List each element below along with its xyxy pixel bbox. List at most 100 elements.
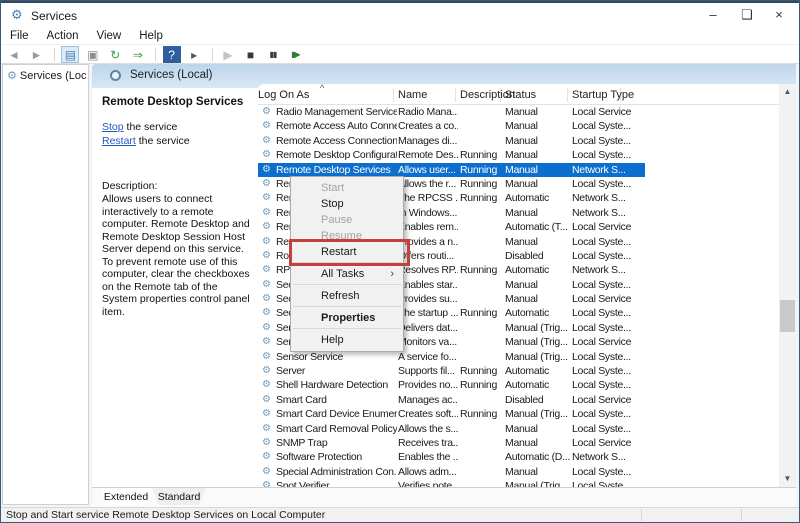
- context-menu-item-help[interactable]: Help ›: [293, 332, 401, 348]
- cell-startup-type: Manual (Trig...: [505, 321, 570, 335]
- restart-service-link[interactable]: Restart: [102, 135, 136, 147]
- toolbar-button-refresh[interactable]: ↻: [106, 46, 124, 63]
- toolbar-button-pause-service[interactable]: ▮▮: [264, 46, 282, 63]
- service-gear-icon: ⚙: [262, 335, 271, 349]
- toolbar-icon: ►: [31, 48, 43, 62]
- cell-description: Allows the r...: [398, 177, 458, 191]
- column-divider[interactable]: [567, 88, 568, 102]
- cell-description: Enables star...: [398, 278, 458, 292]
- cell-name: Software Protection: [276, 450, 397, 464]
- cell-startup-type: Manual: [505, 206, 570, 220]
- column-header-startup-type[interactable]: Startup Type: [572, 89, 634, 101]
- table-row[interactable]: ⚙ Remote Desktop Configurat... Remote De…: [258, 148, 779, 162]
- tab-standard[interactable]: Standard: [152, 488, 206, 505]
- toolbar-separator: [50, 46, 57, 63]
- vertical-scrollbar[interactable]: ▲ ▼: [779, 84, 796, 487]
- description-label: Description:: [102, 180, 157, 192]
- cell-log-on-as: Local Syste...: [572, 119, 644, 133]
- table-row[interactable]: ⚙ Software Protection Enables the ... Au…: [258, 450, 779, 464]
- toolbar-icon: ▤: [65, 48, 76, 62]
- menubar-item-help[interactable]: Help: [130, 28, 172, 42]
- cell-description: Allows adm...: [398, 465, 458, 479]
- cell-name: Smart Card: [276, 393, 397, 407]
- menubar-item-action[interactable]: Action: [38, 28, 88, 42]
- minimize-button[interactable]: –: [695, 3, 731, 27]
- cell-name: Remote Access Auto Conne...: [276, 119, 397, 133]
- toolbar-button-stop-service[interactable]: ■: [241, 46, 259, 63]
- column-header-log-on-as[interactable]: Log On As: [258, 89, 309, 101]
- context-menu-item-all-tasks[interactable]: All Tasks ›: [293, 266, 401, 285]
- cell-name: Remote Access Connection...: [276, 134, 397, 148]
- scroll-down-icon[interactable]: ▼: [779, 471, 796, 487]
- tab-extended[interactable]: Extended: [100, 488, 152, 505]
- table-row[interactable]: ⚙ Remote Access Connection... Manages di…: [258, 134, 779, 148]
- cell-description: Provides su...: [398, 292, 458, 306]
- toolbar-button-forward[interactable]: ►: [27, 46, 45, 63]
- tree-item-services-local[interactable]: ⚙Services (Local): [5, 69, 87, 85]
- table-row[interactable]: ⚙ Smart Card Removal Policy Allows the s…: [258, 422, 779, 436]
- toolbar-button-show-action-pane[interactable]: ▸: [185, 46, 203, 63]
- toolbar-icon: ▶: [223, 48, 232, 62]
- cell-startup-type: Automatic: [505, 306, 570, 320]
- table-row[interactable]: ⚙ Server Supports fil... Running Automat…: [258, 364, 779, 378]
- toolbar-icon: ▮▶: [291, 50, 300, 59]
- toolbar-button-help[interactable]: ?: [163, 46, 181, 63]
- cell-log-on-as: Local Service: [572, 105, 644, 119]
- toolbar-separator: [151, 46, 158, 63]
- submenu-arrow-icon: ›: [390, 266, 394, 282]
- column-header-name[interactable]: Name: [398, 89, 427, 101]
- cell-status: Running: [460, 163, 504, 177]
- table-row[interactable]: ⚙ Spot Verifier Verifies pote... Manual …: [258, 479, 779, 487]
- menubar-item-file[interactable]: File: [1, 28, 38, 42]
- toolbar-button-show-console-tree[interactable]: ▤: [61, 46, 79, 63]
- service-gear-icon: ⚙: [262, 177, 271, 191]
- toolbar-button-properties-window[interactable]: ▣: [84, 46, 102, 63]
- table-row[interactable]: ⚙ Smart Card Device Enumera... Creates s…: [258, 407, 779, 421]
- cell-status: Running: [460, 378, 504, 392]
- table-row[interactable]: ⚙ Shell Hardware Detection Provides no..…: [258, 378, 779, 392]
- statusbar: Stop and Start service Remote Desktop Se…: [1, 507, 799, 522]
- context-menu-item-refresh[interactable]: Refresh ›: [293, 288, 401, 307]
- sort-ascending-icon: ^: [320, 83, 324, 93]
- context-menu-item-start[interactable]: Start ›: [293, 180, 401, 196]
- cell-log-on-as: Local Syste...: [572, 134, 644, 148]
- close-button[interactable]: ×: [761, 3, 797, 27]
- cell-log-on-as: Local Syste...: [572, 422, 644, 436]
- maximize-button[interactable]: ❑: [729, 3, 765, 27]
- toolbar: ◄ ► ▤ ▣ ↻ ⇒: [1, 45, 799, 64]
- table-row[interactable]: ⚙ Remote Access Auto Conne... Creates a …: [258, 119, 779, 133]
- table-row[interactable]: ⚙ Smart Card Manages ac... Disabled Loca…: [258, 393, 779, 407]
- cell-name: Shell Hardware Detection: [276, 378, 397, 392]
- context-menu-item-restart[interactable]: Restart ›: [293, 244, 401, 263]
- cell-log-on-as: Local Syste...: [572, 465, 644, 479]
- context-menu-item-stop[interactable]: Stop ›: [293, 196, 401, 212]
- stop-service-link[interactable]: Stop: [102, 121, 124, 133]
- toolbar-icon: ↻: [110, 48, 120, 62]
- cell-startup-type: Automatic: [505, 191, 570, 205]
- table-row[interactable]: ⚙ SNMP Trap Receives tra... Manual Local…: [258, 436, 779, 450]
- menubar-item-view[interactable]: View: [88, 28, 131, 42]
- cell-startup-type: Manual: [505, 105, 570, 119]
- service-gear-icon: ⚙: [262, 163, 271, 177]
- cell-description: Radio Mana...: [398, 105, 458, 119]
- menu-item-label: Help: [321, 334, 344, 346]
- cell-description: Monitors va...: [398, 335, 458, 349]
- context-menu-item-properties[interactable]: Properties ›: [293, 310, 401, 329]
- column-header-status[interactable]: Status: [505, 89, 536, 101]
- column-divider[interactable]: [455, 88, 456, 102]
- cell-log-on-as: Local Syste...: [572, 479, 644, 487]
- table-row[interactable]: ⚙ Remote Desktop Services Allows user...…: [258, 163, 779, 177]
- context-menu-item-pause[interactable]: Pause ›: [293, 212, 401, 228]
- scrollbar-thumb[interactable]: [780, 300, 795, 332]
- cell-log-on-as: Local Syste...: [572, 148, 644, 162]
- cell-name: Smart Card Device Enumera...: [276, 407, 397, 421]
- table-row[interactable]: ⚙ Special Administration Con... Allows a…: [258, 465, 779, 479]
- toolbar-button-back[interactable]: ◄: [5, 46, 23, 63]
- table-row[interactable]: ⚙ Radio Management Service Radio Mana...…: [258, 105, 779, 119]
- scroll-up-icon[interactable]: ▲: [779, 84, 796, 100]
- toolbar-button-restart-service[interactable]: ▮▶: [286, 46, 304, 63]
- toolbar-button-export-list[interactable]: ⇒: [129, 46, 147, 63]
- column-divider[interactable]: [393, 88, 394, 102]
- toolbar-button-start-service[interactable]: ▶: [219, 46, 237, 63]
- cell-description: Allows the s...: [398, 422, 458, 436]
